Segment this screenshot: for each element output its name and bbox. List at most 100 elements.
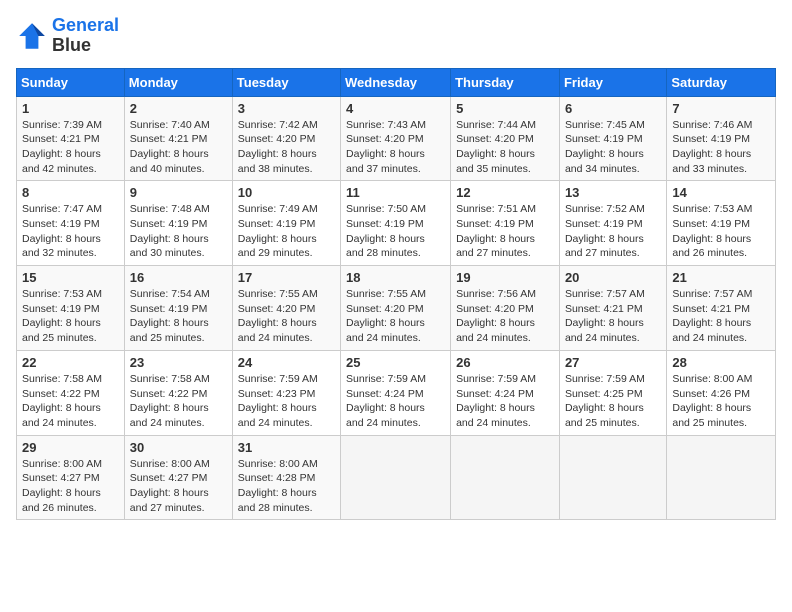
calendar-cell: 10Sunrise: 7:49 AMSunset: 4:19 PMDayligh… (232, 181, 340, 266)
calendar-header: SundayMondayTuesdayWednesdayThursdayFrid… (17, 68, 776, 96)
calendar-cell: 18Sunrise: 7:55 AMSunset: 4:20 PMDayligh… (341, 266, 451, 351)
cell-info: Sunrise: 7:59 AMSunset: 4:24 PMDaylight:… (346, 372, 445, 431)
cell-info: Sunrise: 8:00 AMSunset: 4:27 PMDaylight:… (22, 457, 119, 516)
cell-info: Sunrise: 7:50 AMSunset: 4:19 PMDaylight:… (346, 202, 445, 261)
cell-info: Sunrise: 7:59 AMSunset: 4:25 PMDaylight:… (565, 372, 661, 431)
calendar-week-row: 29Sunrise: 8:00 AMSunset: 4:27 PMDayligh… (17, 435, 776, 520)
day-number: 10 (238, 185, 335, 200)
calendar-cell: 16 Sunrise: 7:54 AMSunset: 4:19 PMDayligh… (124, 266, 232, 351)
day-number: 30 (130, 440, 227, 455)
calendar-cell: 2 Sunrise: 7:40 AMSunset: 4:21 PMDaylight… (124, 96, 232, 181)
cell-info: Sunrise: 7:56 AMSunset: 4:20 PMDaylight:… (456, 287, 554, 346)
calendar-cell (667, 435, 776, 520)
calendar-week-row: 8 Sunrise: 7:47 AMSunset: 4:19 PMDaylight… (17, 181, 776, 266)
day-number: 26 (456, 355, 554, 370)
cell-info: Sunrise: 7:45 AMSunset: 4:19 PMDaylight:… (565, 118, 661, 177)
cell-info: Sunrise: 7:40 AMSunset: 4:21 PMDaylight:… (130, 118, 227, 177)
calendar-cell: 20Sunrise: 7:57 AMSunset: 4:21 PMDayligh… (559, 266, 666, 351)
calendar-cell: 30 Sunrise: 8:00 AMSunset: 4:27 PMDayligh… (124, 435, 232, 520)
calendar-cell: 1 Sunrise: 7:39 AMSunset: 4:21 PMDaylight… (17, 96, 125, 181)
day-number: 4 (346, 101, 445, 116)
cell-info: Sunrise: 7:42 AMSunset: 4:20 PMDaylight:… (238, 118, 335, 177)
day-number: 12 (456, 185, 554, 200)
cell-info: Sunrise: 7:54 AMSunset: 4:19 PMDaylight:… (130, 287, 227, 346)
cell-info: Sunrise: 7:58 AMSunset: 4:22 PMDaylight:… (130, 372, 227, 431)
calendar-week-row: 15 Sunrise: 7:53 AMSunset: 4:19 PMDayligh… (17, 266, 776, 351)
day-number: 16 (130, 270, 227, 285)
day-number: 31 (238, 440, 335, 455)
day-number: 27 (565, 355, 661, 370)
calendar-cell: 17 Sunrise: 7:55 AMSunset: 4:20 PMDayligh… (232, 266, 340, 351)
calendar-cell: 8 Sunrise: 7:47 AMSunset: 4:19 PMDaylight… (17, 181, 125, 266)
calendar-cell: 31 Sunrise: 8:00 AMSunset: 4:28 PMDayligh… (232, 435, 340, 520)
day-number: 14 (672, 185, 770, 200)
calendar-cell: 22 Sunrise: 7:58 AMSunset: 4:22 PMDayligh… (17, 350, 125, 435)
day-number: 11 (346, 185, 445, 200)
day-number: 20 (565, 270, 661, 285)
calendar-table: SundayMondayTuesdayWednesdayThursdayFrid… (16, 68, 776, 521)
logo-text: General Blue (52, 16, 119, 56)
calendar-cell (451, 435, 560, 520)
cell-info: Sunrise: 7:47 AMSunset: 4:19 PMDaylight:… (22, 202, 119, 261)
cell-info: Sunrise: 7:53 AMSunset: 4:19 PMDaylight:… (22, 287, 119, 346)
cell-info: Sunrise: 7:46 AMSunset: 4:19 PMDaylight:… (672, 118, 770, 177)
day-number: 15 (22, 270, 119, 285)
day-number: 18 (346, 270, 445, 285)
calendar-week-row: 1 Sunrise: 7:39 AMSunset: 4:21 PMDaylight… (17, 96, 776, 181)
cell-info: Sunrise: 7:59 AMSunset: 4:23 PMDaylight:… (238, 372, 335, 431)
calendar-cell: 14 Sunrise: 7:53 AMSunset: 4:19 PMDayligh… (667, 181, 776, 266)
day-number: 28 (672, 355, 770, 370)
calendar-cell: 6 Sunrise: 7:45 AMSunset: 4:19 PMDaylight… (559, 96, 666, 181)
calendar-cell: 27 Sunrise: 7:59 AMSunset: 4:25 PMDayligh… (559, 350, 666, 435)
weekday-header-tuesday: Tuesday (232, 68, 340, 96)
calendar-cell: 25 Sunrise: 7:59 AMSunset: 4:24 PMDayligh… (341, 350, 451, 435)
calendar-cell (559, 435, 666, 520)
cell-info: Sunrise: 7:44 AMSunset: 4:20 PMDaylight:… (456, 118, 554, 177)
day-number: 22 (22, 355, 119, 370)
cell-info: Sunrise: 7:59 AMSunset: 4:24 PMDaylight:… (456, 372, 554, 431)
calendar-body: 1 Sunrise: 7:39 AMSunset: 4:21 PMDaylight… (17, 96, 776, 520)
calendar-cell: 23 Sunrise: 7:58 AMSunset: 4:22 PMDayligh… (124, 350, 232, 435)
logo: General Blue (16, 16, 119, 56)
weekday-header-sunday: Sunday (17, 68, 125, 96)
weekday-header-friday: Friday (559, 68, 666, 96)
calendar-cell: 11 Sunrise: 7:50 AMSunset: 4:19 PMDayligh… (341, 181, 451, 266)
day-number: 6 (565, 101, 661, 116)
day-number: 21 (672, 270, 770, 285)
calendar-cell: 12 Sunrise: 7:51 AMSunset: 4:19 PMDayligh… (451, 181, 560, 266)
cell-info: Sunrise: 7:53 AMSunset: 4:19 PMDaylight:… (672, 202, 770, 261)
weekday-header-thursday: Thursday (451, 68, 560, 96)
day-number: 19 (456, 270, 554, 285)
calendar-cell: 29Sunrise: 8:00 AMSunset: 4:27 PMDayligh… (17, 435, 125, 520)
cell-info: Sunrise: 7:39 AMSunset: 4:21 PMDaylight:… (22, 118, 119, 177)
calendar-cell: 19 Sunrise: 7:56 AMSunset: 4:20 PMDayligh… (451, 266, 560, 351)
cell-info: Sunrise: 8:00 AMSunset: 4:26 PMDaylight:… (672, 372, 770, 431)
day-number: 24 (238, 355, 335, 370)
cell-info: Sunrise: 7:51 AMSunset: 4:19 PMDaylight:… (456, 202, 554, 261)
day-number: 2 (130, 101, 227, 116)
day-number: 23 (130, 355, 227, 370)
cell-info: Sunrise: 7:48 AMSunset: 4:19 PMDaylight:… (130, 202, 227, 261)
calendar-cell: 21Sunrise: 7:57 AMSunset: 4:21 PMDayligh… (667, 266, 776, 351)
cell-info: Sunrise: 7:52 AMSunset: 4:19 PMDaylight:… (565, 202, 661, 261)
calendar-cell: 26 Sunrise: 7:59 AMSunset: 4:24 PMDayligh… (451, 350, 560, 435)
day-number: 8 (22, 185, 119, 200)
day-number: 17 (238, 270, 335, 285)
day-number: 5 (456, 101, 554, 116)
calendar-cell (341, 435, 451, 520)
day-number: 25 (346, 355, 445, 370)
day-number: 1 (22, 101, 119, 116)
day-number: 3 (238, 101, 335, 116)
cell-info: Sunrise: 7:55 AMSunset: 4:20 PMDaylight:… (238, 287, 335, 346)
day-number: 7 (672, 101, 770, 116)
cell-info: Sunrise: 7:58 AMSunset: 4:22 PMDaylight:… (22, 372, 119, 431)
weekday-header-wednesday: Wednesday (341, 68, 451, 96)
calendar-cell: 24 Sunrise: 7:59 AMSunset: 4:23 PMDayligh… (232, 350, 340, 435)
cell-info: Sunrise: 8:00 AMSunset: 4:28 PMDaylight:… (238, 457, 335, 516)
calendar-cell: 7 Sunrise: 7:46 AMSunset: 4:19 PMDaylight… (667, 96, 776, 181)
calendar-week-row: 22 Sunrise: 7:58 AMSunset: 4:22 PMDayligh… (17, 350, 776, 435)
calendar-cell: 3 Sunrise: 7:42 AMSunset: 4:20 PMDaylight… (232, 96, 340, 181)
logo-icon (16, 20, 48, 52)
cell-info: Sunrise: 8:00 AMSunset: 4:27 PMDaylight:… (130, 457, 227, 516)
calendar-cell: 15 Sunrise: 7:53 AMSunset: 4:19 PMDayligh… (17, 266, 125, 351)
